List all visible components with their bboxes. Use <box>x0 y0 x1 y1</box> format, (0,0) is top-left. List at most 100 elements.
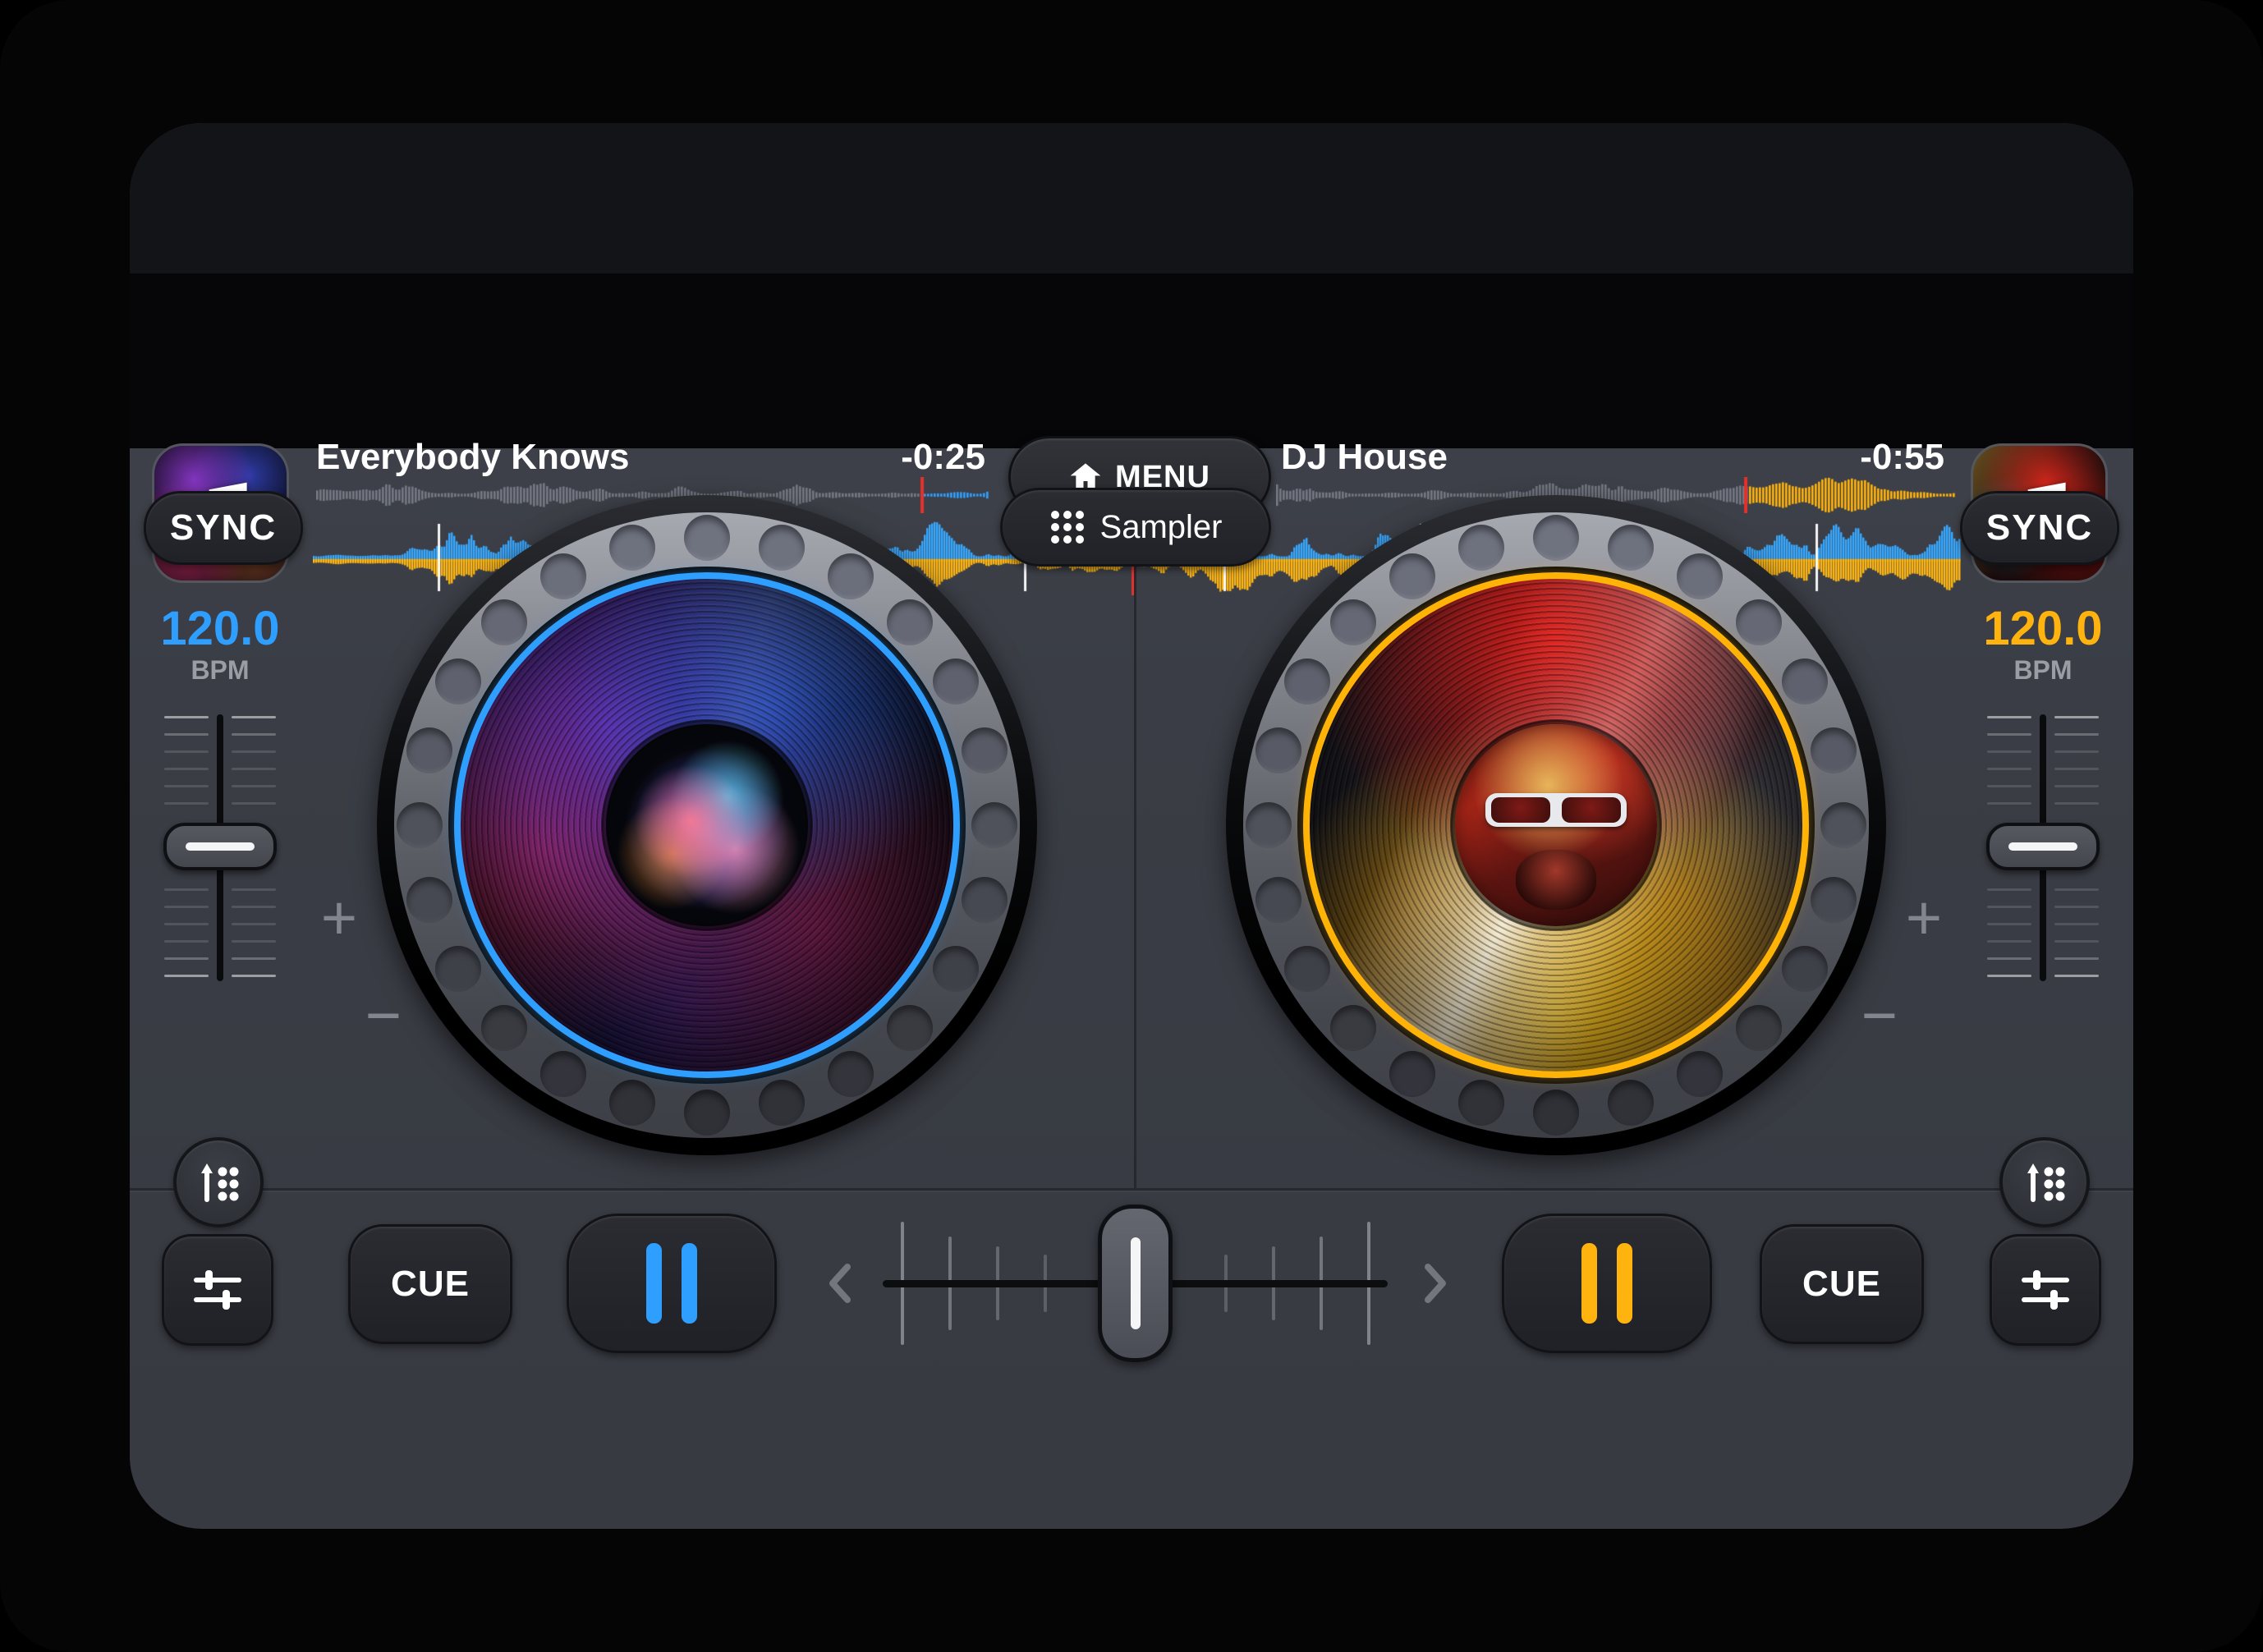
jog-dimple <box>540 553 586 599</box>
jog-dimple <box>1389 553 1435 599</box>
jog-dimple <box>828 553 874 599</box>
pitch-fader-tick <box>2054 923 2099 925</box>
jog-dimple <box>1284 659 1330 704</box>
sunglasses-art <box>1485 793 1627 828</box>
deck-b-bpm-label: BPM <box>1936 655 2133 686</box>
jog-dimple <box>684 1090 730 1136</box>
jog-dimple <box>962 877 1008 923</box>
cue-label: CUE <box>391 1264 470 1305</box>
pitch-fader-tick <box>164 716 209 718</box>
deck-b-cue-button[interactable]: CUE <box>1760 1224 1924 1344</box>
jog-dimple <box>1533 1090 1579 1136</box>
jog-dimple <box>971 802 1017 848</box>
tempo-dots-icon <box>195 1159 242 1206</box>
pitch-fader-tick <box>232 957 276 960</box>
app-screen: Everybody Knows -0:25 DJ House -0:55 MEN… <box>130 123 2133 1529</box>
jog-dimple <box>406 877 452 923</box>
pitch-fader-tick <box>1987 906 2031 908</box>
deck-a-center-label <box>606 724 808 926</box>
jog-dimple <box>1608 525 1654 571</box>
deck-a-eq-button[interactable] <box>162 1234 273 1346</box>
pitch-fader-tick <box>1987 733 2031 736</box>
deck-b-jog-wheel[interactable] <box>1226 495 1886 1155</box>
pitch-fader-tick <box>232 940 276 943</box>
jog-dimple <box>609 525 655 571</box>
pitch-fader-tick <box>232 888 276 891</box>
crossfader-left-chevron[interactable] <box>828 1262 852 1305</box>
chevron-left-icon <box>828 1262 852 1305</box>
deck-a-bpm-label: BPM <box>130 655 327 686</box>
pitch-fader-tick <box>232 906 276 908</box>
pitch-fader-tick <box>2054 975 2099 977</box>
deck-a-bpm-value[interactable]: 120.0 <box>130 601 327 656</box>
deck-b-play-pause-button[interactable] <box>1502 1214 1712 1353</box>
pitch-fader-tick <box>2054 733 2099 736</box>
deck-divider <box>1134 567 1136 1188</box>
pitch-fader-handle[interactable] <box>1986 823 2100 870</box>
deck-a-pitch-fader[interactable] <box>150 714 290 981</box>
pause-icon <box>646 1243 662 1324</box>
deck-a-jog-wheel[interactable] <box>377 495 1037 1155</box>
deck-a-tempo-range-button[interactable] <box>173 1137 264 1228</box>
deck-b-pitch-fader[interactable] <box>1973 714 2113 981</box>
jog-dimple <box>759 1080 805 1126</box>
pitch-fader-tick <box>232 716 276 718</box>
jog-dimple <box>828 1051 874 1097</box>
deck-a-play-pause-button[interactable] <box>567 1214 777 1353</box>
crossfader-handle[interactable] <box>1098 1205 1173 1362</box>
pitch-fader-tick <box>2054 785 2099 787</box>
pitch-fader-tick <box>232 975 276 977</box>
deck-b-center-label <box>1455 724 1657 926</box>
pitch-fader-tick <box>1987 768 2031 770</box>
pitch-fader-tick <box>164 768 209 770</box>
jog-dimple <box>397 802 443 848</box>
top-dark-header <box>130 123 2133 273</box>
dj-app-stage: Everybody Knows -0:25 DJ House -0:55 MEN… <box>0 0 2263 1652</box>
jog-dimple <box>684 515 730 561</box>
jog-dimple <box>1736 599 1782 645</box>
pitch-fader-tick <box>232 750 276 753</box>
deck-a-pitch-plus: + <box>321 883 357 954</box>
jog-dimple <box>933 946 979 992</box>
transport-divider <box>130 1188 2133 1191</box>
pitch-fader-tick <box>2054 888 2099 891</box>
crossfader-right-chevron[interactable] <box>1423 1262 1448 1305</box>
pitch-fader-tick <box>232 733 276 736</box>
jog-dimple <box>1608 1080 1654 1126</box>
eq-sliders-icon <box>2017 1261 2074 1319</box>
pause-icon <box>682 1243 697 1324</box>
deck-b-tempo-range-button[interactable] <box>1999 1137 2090 1228</box>
pitch-fader-tick <box>2054 940 2099 943</box>
waveform-bar: Everybody Knows -0:25 DJ House -0:55 MEN… <box>130 273 2133 448</box>
jog-dimple <box>1677 1051 1723 1097</box>
deck-a-sync-button[interactable]: SYNC <box>144 491 303 565</box>
crossfader[interactable] <box>883 1193 1388 1374</box>
jog-dimple <box>1255 877 1301 923</box>
jog-dimple <box>1820 802 1866 848</box>
jog-dimple <box>435 946 481 992</box>
jog-dimple <box>481 1005 527 1051</box>
deck-b-sync-button[interactable]: SYNC <box>1960 491 2119 565</box>
pitch-fader-tick <box>164 733 209 736</box>
pitch-fader-tick <box>164 785 209 787</box>
pitch-fader-tick <box>164 802 209 805</box>
deck-b-pitch-plus: + <box>1906 883 1942 954</box>
pitch-fader-tick <box>1987 957 2031 960</box>
deck-a-cue-button[interactable]: CUE <box>348 1224 512 1344</box>
pitch-fader-tick <box>2054 768 2099 770</box>
jog-dimple <box>1533 515 1579 561</box>
deck-b-eq-button[interactable] <box>1990 1234 2101 1346</box>
deck-b-bpm-value[interactable]: 120.0 <box>1936 601 2133 656</box>
pause-icon <box>1617 1243 1632 1324</box>
portrait-art <box>1516 850 1596 911</box>
pitch-fader-tick <box>164 923 209 925</box>
pitch-fader-tick <box>1987 716 2031 718</box>
pitch-fader-tick <box>2054 906 2099 908</box>
jog-dimple <box>1246 802 1292 848</box>
pitch-fader-tick <box>1987 785 2031 787</box>
deck-b-time-remaining: -0:55 <box>1780 434 1944 480</box>
pitch-fader-tick <box>1987 750 2031 753</box>
pitch-fader-handle[interactable] <box>163 823 277 870</box>
jog-dimple <box>1677 553 1723 599</box>
pitch-fader-tick <box>1987 802 2031 805</box>
